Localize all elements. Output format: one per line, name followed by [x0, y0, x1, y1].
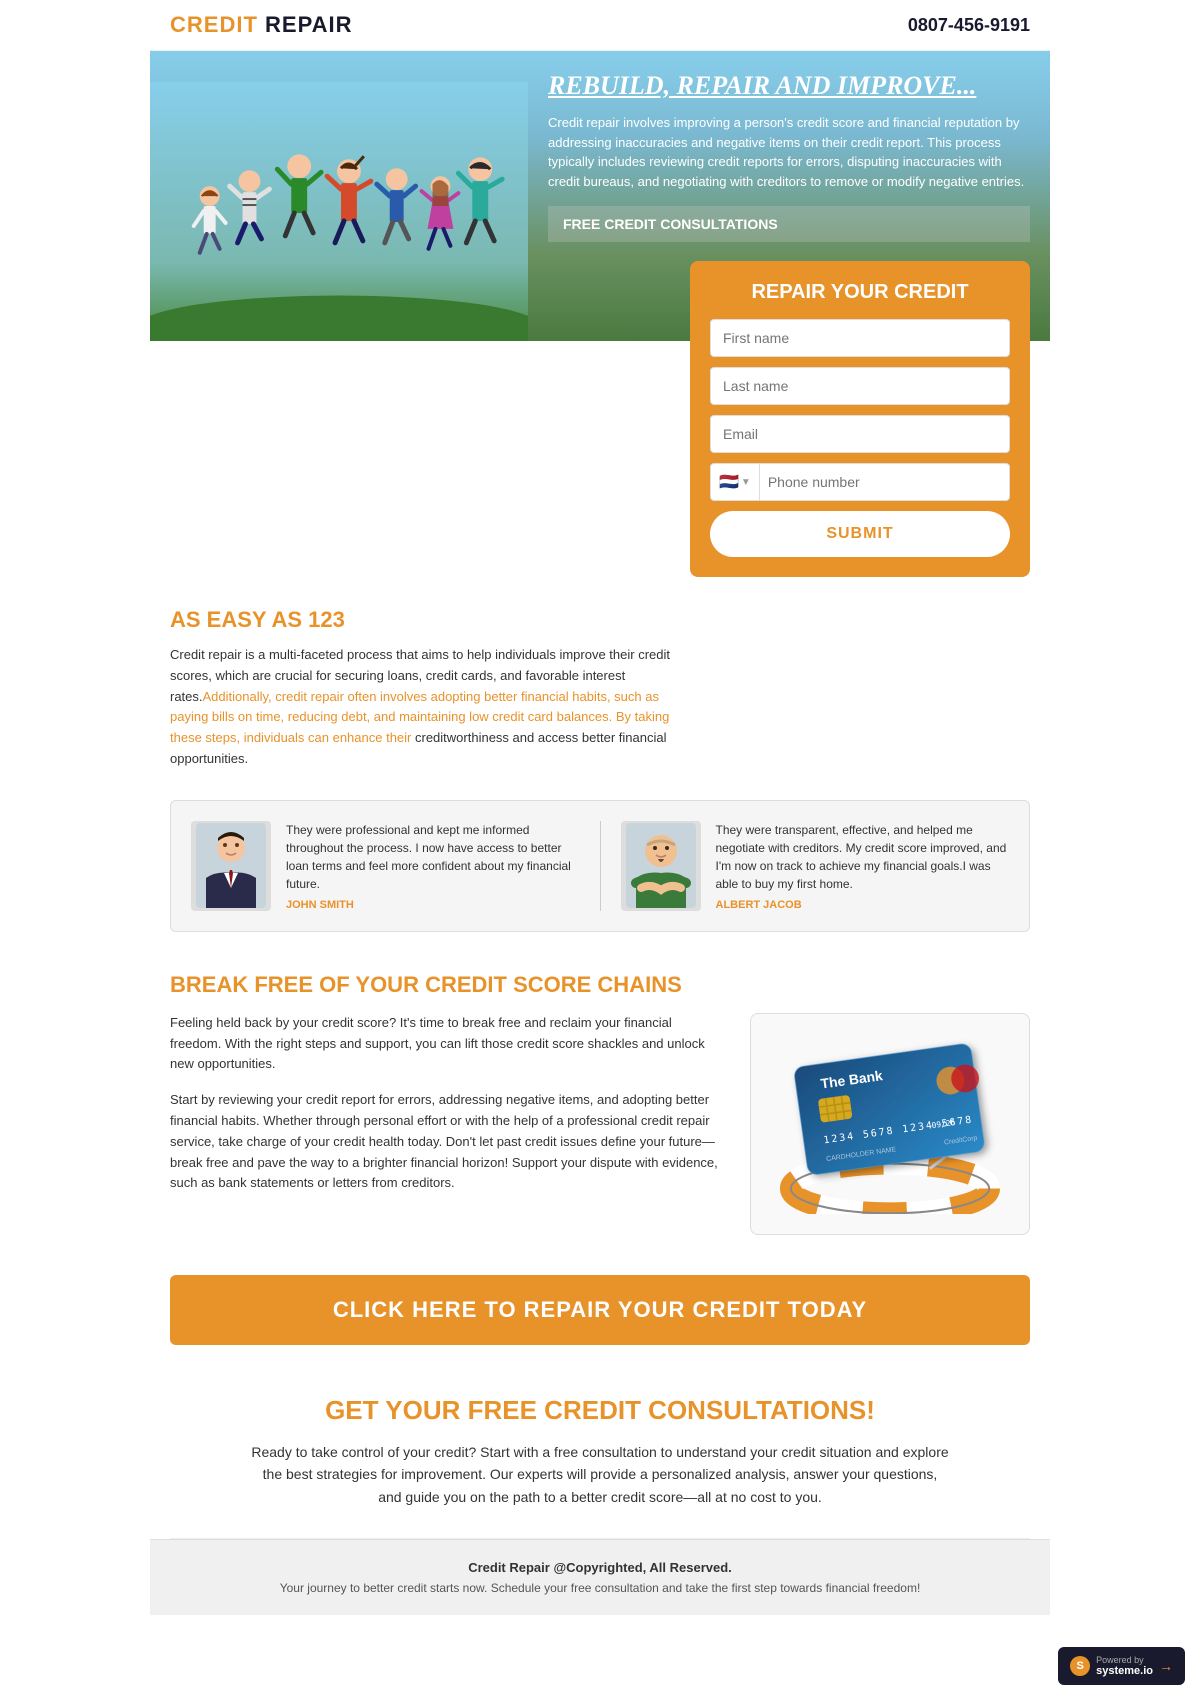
testimonials-section: They were professional and kept me infor…	[170, 800, 1030, 932]
cta-button[interactable]: CLICK HERE TO REPAIR YOUR CREDIT TODAY	[170, 1275, 1030, 1345]
first-name-input[interactable]	[710, 319, 1010, 357]
powered-by-label: Powered by	[1096, 1655, 1153, 1665]
free-consult-body: Ready to take control of your credit? St…	[250, 1441, 950, 1508]
avatar-albert	[621, 821, 701, 911]
cta-section: CLICK HERE TO REPAIR YOUR CREDIT TODAY	[150, 1255, 1050, 1365]
easy-section: AS EASY AS 123 Credit repair is a multi-…	[150, 577, 1050, 800]
testimonial-2-content: They were transparent, effective, and he…	[716, 821, 1010, 911]
last-name-input[interactable]	[710, 367, 1010, 405]
header-phone[interactable]: 0807-456-9191	[908, 15, 1030, 36]
form-title: REPAIR YOUR CREDIT	[710, 281, 1010, 304]
testimonial-2: They were transparent, effective, and he…	[621, 821, 1010, 911]
testimonial-divider	[600, 821, 601, 911]
phone-input[interactable]	[760, 464, 1009, 500]
systeme-arrow-icon: →	[1159, 1658, 1173, 1674]
phone-flag[interactable]: 🇳🇱 ▼	[711, 464, 760, 500]
systeme-brand: systeme.io	[1096, 1665, 1153, 1677]
form-spacer	[690, 607, 1030, 770]
break-free-title: BREAK FREE OF YOUR CREDIT SCORE CHAINS	[170, 972, 1030, 998]
footer-copyright: Credit Repair @Copyrighted, All Reserved…	[170, 1560, 1030, 1575]
free-consult-label: FREE CREDIT CONSULTATIONS	[548, 206, 1030, 242]
break-free-para2: Start by reviewing your credit report fo…	[170, 1090, 720, 1194]
free-consult-title: GET YOUR FREE CREDIT CONSULTATIONS!	[170, 1395, 1030, 1426]
easy-body-text: Credit repair is a multi-faceted process…	[170, 645, 670, 770]
submit-button[interactable]: SUBMIT	[710, 511, 1010, 557]
site-header: CREDIT REPAIR 0807-456-9191	[150, 0, 1050, 51]
break-free-para1: Feeling held back by your credit score? …	[170, 1013, 720, 1075]
site-logo: CREDIT REPAIR	[170, 12, 353, 38]
avatar-john-svg	[196, 823, 266, 908]
repair-form: REPAIR YOUR CREDIT 🇳🇱 ▼ SUBMIT	[690, 261, 1030, 577]
break-free-orange: BREAK FREE	[170, 972, 313, 997]
easy-left: AS EASY AS 123 Credit repair is a multi-…	[170, 607, 670, 770]
footer-tagline: Your journey to better credit starts now…	[170, 1581, 1030, 1595]
systeme-badge[interactable]: S Powered by systeme.io →	[1058, 1647, 1185, 1685]
testimonial-1-content: They were professional and kept me infor…	[286, 821, 580, 911]
free-consultation-section: GET YOUR FREE CREDIT CONSULTATIONS! Read…	[150, 1365, 1050, 1538]
hero-description: Credit repair involves improving a perso…	[548, 113, 1030, 191]
avatar-john	[191, 821, 271, 911]
testimonial-1-name: JOHN SMITH	[286, 899, 580, 911]
as-easy-prefix: AS EASY AS	[170, 607, 302, 632]
hero-title: REBUILD, REPAIR AND IMPROVE...	[548, 71, 1030, 101]
avatar-albert-svg	[626, 823, 696, 908]
testimonial-2-text: They were transparent, effective, and he…	[716, 821, 1010, 893]
free-consult-prefix: GET YOUR	[325, 1395, 468, 1425]
testimonial-1-text: They were professional and kept me infor…	[286, 821, 580, 893]
form-area: REPAIR YOUR CREDIT 🇳🇱 ▼ SUBMIT	[150, 261, 1050, 577]
logo-credit: CREDIT	[170, 12, 258, 37]
hero-section: REBUILD, REPAIR AND IMPROVE... Credit re…	[150, 51, 1050, 577]
logo-repair: REPAIR	[258, 12, 353, 37]
break-free-rest: OF YOUR CREDIT SCORE CHAINS	[313, 972, 682, 997]
break-free-content: Feeling held back by your credit score? …	[170, 1013, 1030, 1235]
credit-card-illustration: The Bank 1234 5678 1234 5678 CARDHOLDER …	[750, 1013, 1030, 1235]
testimonial-1: They were professional and kept me infor…	[191, 821, 580, 911]
site-footer: Credit Repair @Copyrighted, All Reserved…	[150, 1539, 1050, 1615]
systeme-logo: S	[1070, 1656, 1090, 1676]
testimonial-2-name: ALBERT JACOB	[716, 899, 1010, 911]
break-free-section: BREAK FREE OF YOUR CREDIT SCORE CHAINS F…	[150, 952, 1050, 1255]
break-free-text: Feeling held back by your credit score? …	[170, 1013, 720, 1209]
free-consult-free: FREE	[468, 1395, 537, 1425]
card-with-lifesaver: The Bank 1234 5678 1234 5678 CARDHOLDER …	[771, 1034, 1009, 1214]
free-consult-suffix: CREDIT CONSULTATIONS!	[537, 1395, 875, 1425]
phone-field-row: 🇳🇱 ▼	[710, 463, 1010, 501]
as-easy-title: AS EASY AS 123	[170, 607, 670, 633]
email-input[interactable]	[710, 415, 1010, 453]
as-easy-number: 123	[308, 607, 345, 632]
systeme-text: Powered by systeme.io	[1096, 1655, 1153, 1677]
